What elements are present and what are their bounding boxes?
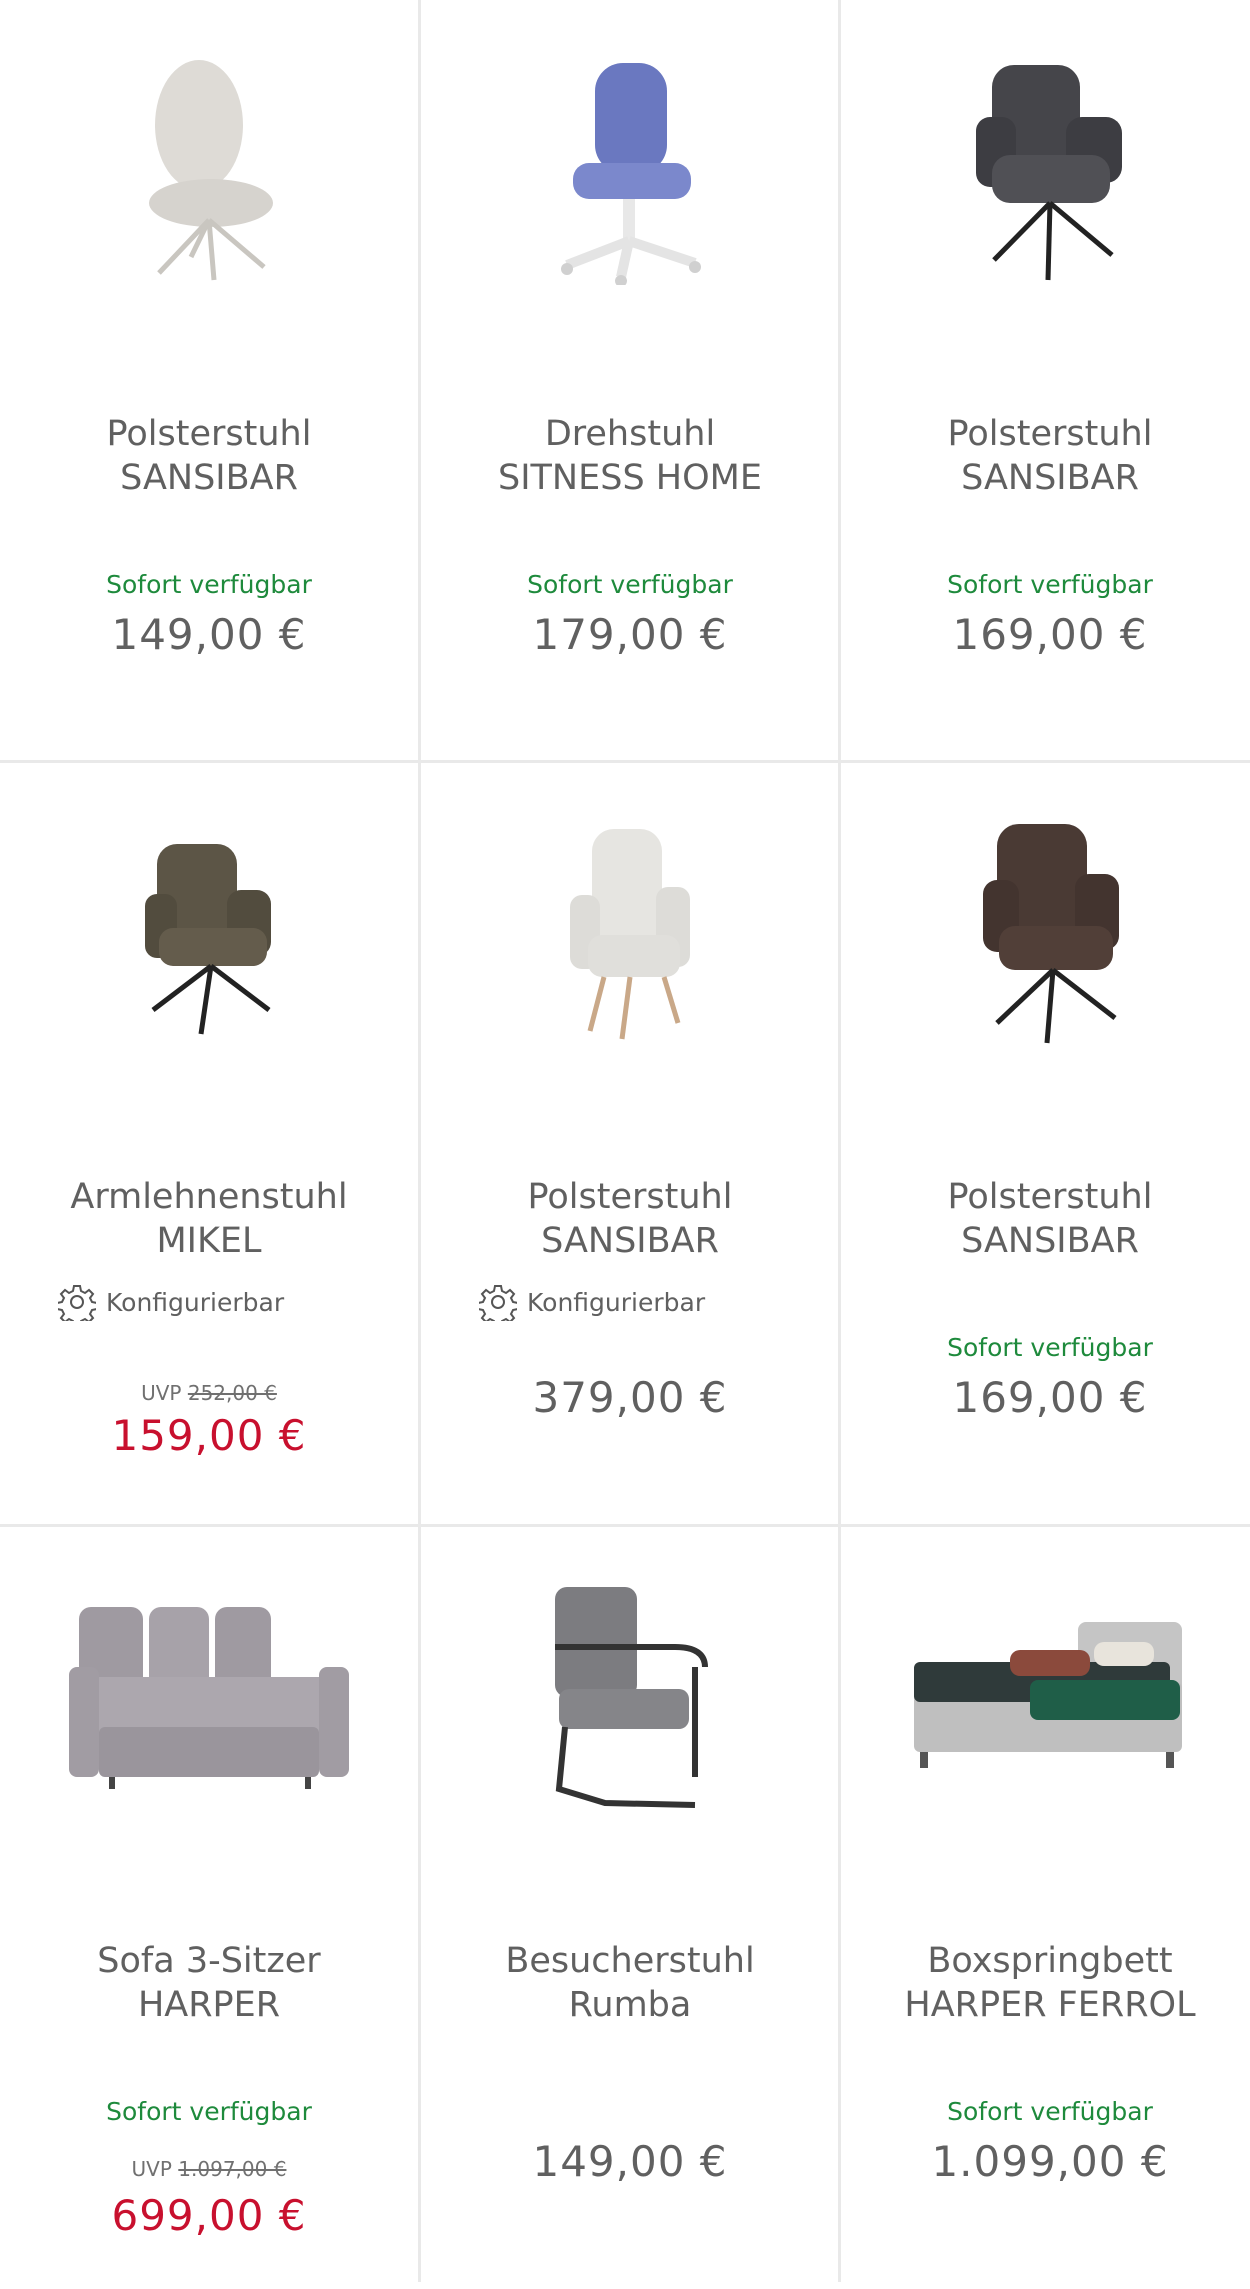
chair-dark-grey-image[interactable] (841, 0, 1250, 340)
uvp-price: UVP 1.097,00 € (131, 2157, 287, 2181)
product-title[interactable]: Polsterstuhl SANSIBAR (841, 412, 1250, 500)
sale-price: 699,00 € (111, 2191, 307, 2240)
availability-label: Sofort verfügbar (947, 570, 1153, 599)
uvp-price: UVP 252,00 € (141, 1381, 277, 1405)
product-title[interactable]: Armlehnenstuhl MIKEL (0, 1175, 418, 1263)
cantilever-chair-grey-image[interactable] (421, 1527, 839, 1867)
boxspring-bed-image[interactable] (841, 1527, 1250, 1867)
armchair-olive-image[interactable] (0, 763, 418, 1103)
product-title[interactable]: Polsterstuhl SANSIBAR (0, 412, 418, 500)
product-card[interactable]: Polsterstuhl SANSIBAR Sofort verfügbar 14… (0, 0, 418, 762)
sofa-grey-image[interactable] (0, 1527, 418, 1867)
price: 149,00 € (532, 2137, 728, 2186)
availability-label: Sofort verfügbar (527, 570, 733, 599)
configurable-label: Konfigurierbar (106, 1287, 285, 1317)
product-title[interactable]: Boxspringbett HARPER FERROL (841, 1939, 1250, 2027)
gear-icon (479, 1285, 517, 1321)
product-title[interactable]: Polsterstuhl SANSIBAR (841, 1175, 1250, 1263)
office-chair-blue-image[interactable] (421, 0, 839, 340)
product-card[interactable]: Sofa 3-Sitzer HARPER Sofort verfügbar UVP… (0, 1527, 418, 2289)
product-title[interactable]: Drehstuhl SITNESS HOME (421, 412, 839, 500)
armchair-brown-image[interactable] (841, 763, 1250, 1103)
product-title[interactable]: Polsterstuhl SANSIBAR (421, 1175, 839, 1263)
price: 169,00 € (952, 610, 1148, 659)
availability-label: Sofort verfügbar (106, 570, 312, 599)
product-card[interactable]: Boxspringbett HARPER FERROL Sofort verfüg… (841, 1527, 1250, 2289)
product-card[interactable]: Armlehnenstuhl MIKEL Konfigurierbar UVP 2… (0, 763, 418, 1525)
price: 169,00 € (952, 1373, 1148, 1422)
price: 379,00 € (532, 1373, 728, 1422)
price: 149,00 € (111, 610, 307, 659)
product-card[interactable]: Polsterstuhl SANSIBAR Sofort verfügbar 16… (841, 763, 1250, 1525)
armchair-white-image[interactable] (421, 763, 839, 1103)
configurable-badge[interactable]: Konfigurierbar (58, 1283, 284, 1321)
product-title[interactable]: Sofa 3-Sitzer HARPER (0, 1939, 418, 2027)
availability-label: Sofort verfügbar (106, 2097, 312, 2126)
product-grid: Polsterstuhl SANSIBAR Sofort verfügbar 14… (0, 0, 1250, 2282)
product-title[interactable]: Besucherstuhl Rumba (421, 1939, 839, 2027)
product-card[interactable]: Polsterstuhl SANSIBAR Sofort verfügbar 16… (841, 0, 1250, 762)
gear-icon (58, 1285, 96, 1321)
configurable-badge[interactable]: Konfigurierbar (479, 1283, 705, 1321)
product-card[interactable]: Polsterstuhl SANSIBAR Konfigurierbar 379,… (421, 763, 839, 1525)
configurable-label: Konfigurierbar (527, 1287, 706, 1317)
sale-price: 159,00 € (111, 1411, 307, 1460)
price: 179,00 € (532, 610, 728, 659)
availability-label: Sofort verfügbar (947, 1333, 1153, 1362)
product-card[interactable]: Drehstuhl SITNESS HOME Sofort verfügbar 1… (421, 0, 839, 762)
availability-label: Sofort verfügbar (947, 2097, 1153, 2126)
price: 1.099,00 € (931, 2137, 1169, 2186)
chair-light-grey-image[interactable] (0, 0, 418, 340)
product-card[interactable]: Besucherstuhl Rumba 149,00 € (421, 1527, 839, 2289)
